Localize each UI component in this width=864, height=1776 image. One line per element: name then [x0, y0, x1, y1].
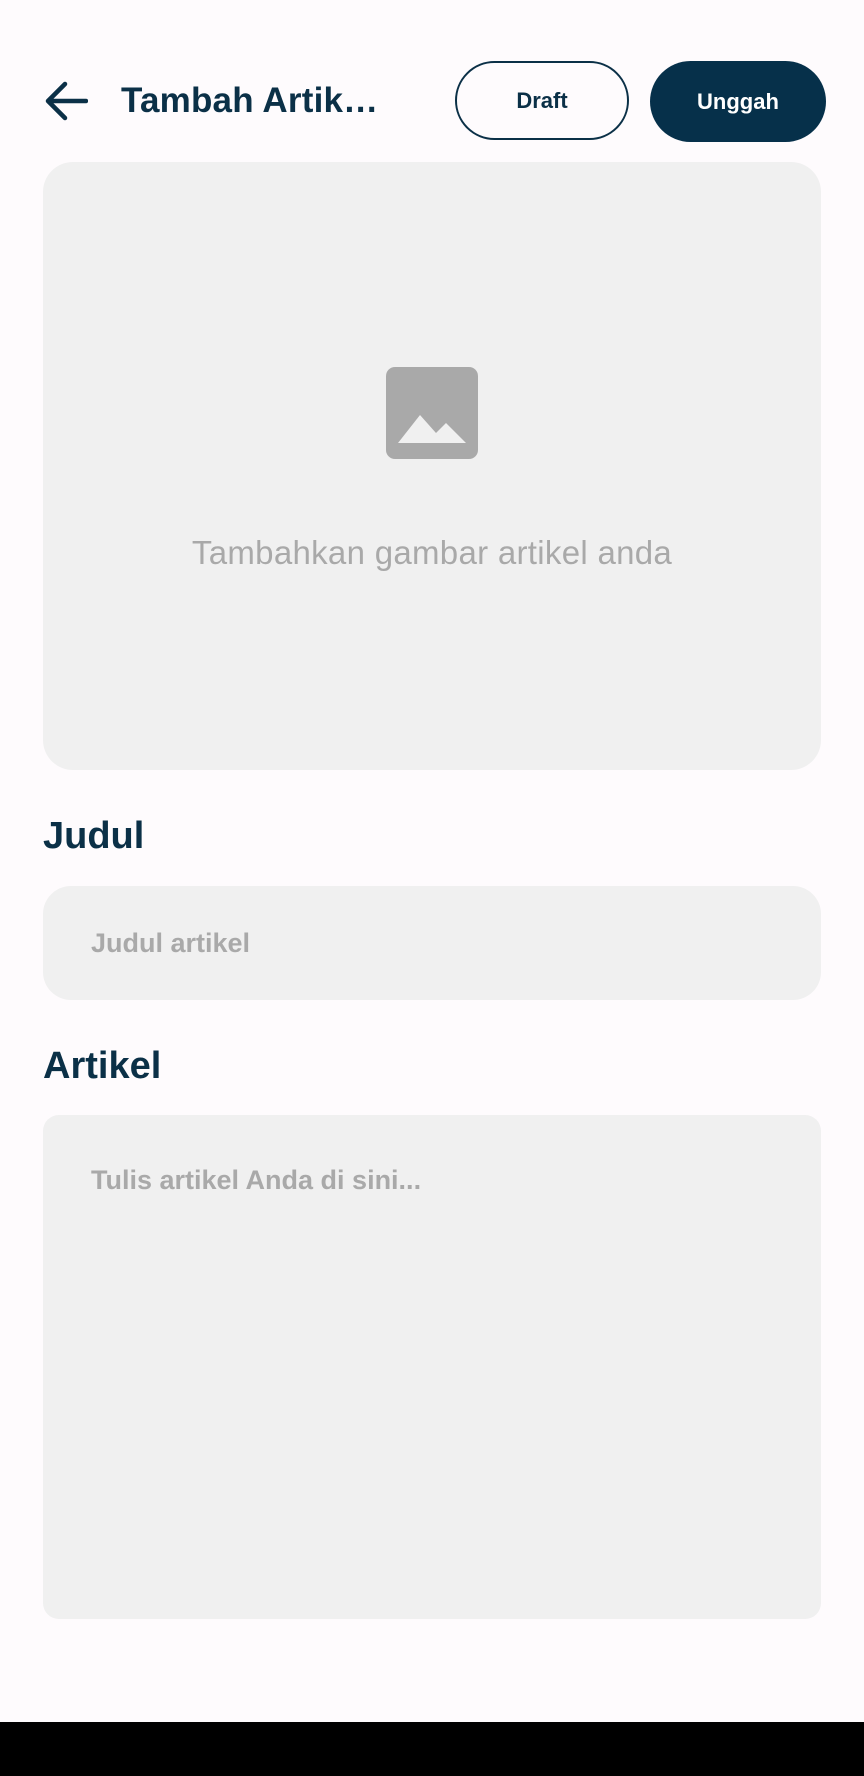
page-title: Tambah Artikel... [121, 81, 391, 120]
draft-button[interactable]: Draft [455, 61, 629, 140]
article-body-input[interactable] [43, 1115, 821, 1619]
title-input[interactable] [43, 886, 821, 1000]
back-button[interactable] [36, 71, 96, 131]
arrow-back-icon [45, 81, 88, 121]
upload-button[interactable]: Unggah [650, 61, 826, 142]
article-image-picker[interactable]: Tambahkan gambar artikel anda [43, 162, 821, 770]
article-label: Artikel [43, 1045, 162, 1087]
image-icon [386, 367, 478, 459]
add-article-screen: Tambah Artikel... Draft Unggah Tambahkan… [0, 0, 864, 1776]
image-picker-hint: Tambahkan gambar artikel anda [191, 534, 673, 571]
system-navigation-bar [0, 1722, 864, 1776]
title-label: Judul [43, 815, 145, 857]
app-header: Tambah Artikel... Draft Unggah [0, 60, 864, 142]
